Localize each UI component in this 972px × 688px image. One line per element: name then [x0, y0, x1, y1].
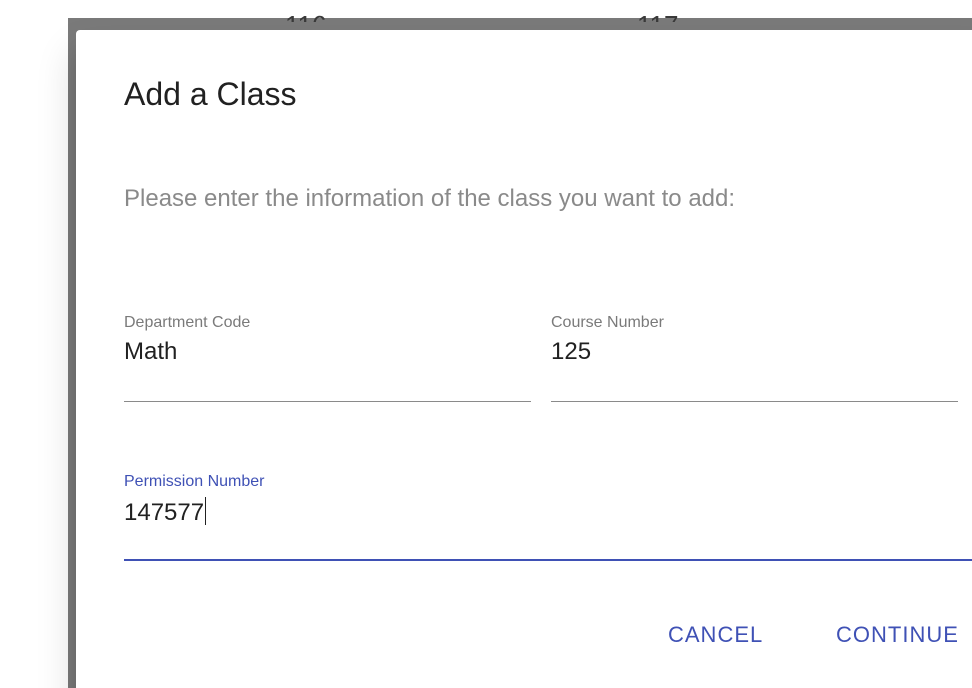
permission-number-underline — [124, 559, 972, 561]
department-code-label: Department Code — [124, 314, 251, 331]
background-text-fragment: 116 — [285, 12, 345, 22]
course-number-field[interactable]: Course Number 125 — [551, 314, 958, 402]
dialog-description: Please enter the information of the clas… — [124, 185, 736, 212]
permission-number-label: Permission Number — [124, 473, 265, 490]
permission-number-field[interactable]: Permission Number 147577 — [124, 473, 972, 561]
add-class-dialog: Add a Class Please enter the information… — [76, 30, 972, 688]
text-cursor — [205, 497, 207, 525]
permission-number-input[interactable]: 147577 — [124, 497, 207, 527]
course-number-underline — [551, 401, 958, 402]
department-code-underline — [124, 401, 531, 402]
course-number-input[interactable]: 125 — [551, 338, 591, 366]
cancel-button[interactable]: CANCEL — [660, 614, 771, 656]
department-code-field[interactable]: Department Code Math — [124, 314, 531, 402]
course-number-label: Course Number — [551, 314, 664, 331]
continue-button[interactable]: CONTINUE — [828, 614, 967, 656]
department-code-input[interactable]: Math — [124, 338, 177, 366]
dialog-title: Add a Class — [124, 76, 297, 112]
background-text-fragment: 117 — [637, 12, 697, 22]
permission-number-value: 147577 — [124, 499, 205, 526]
